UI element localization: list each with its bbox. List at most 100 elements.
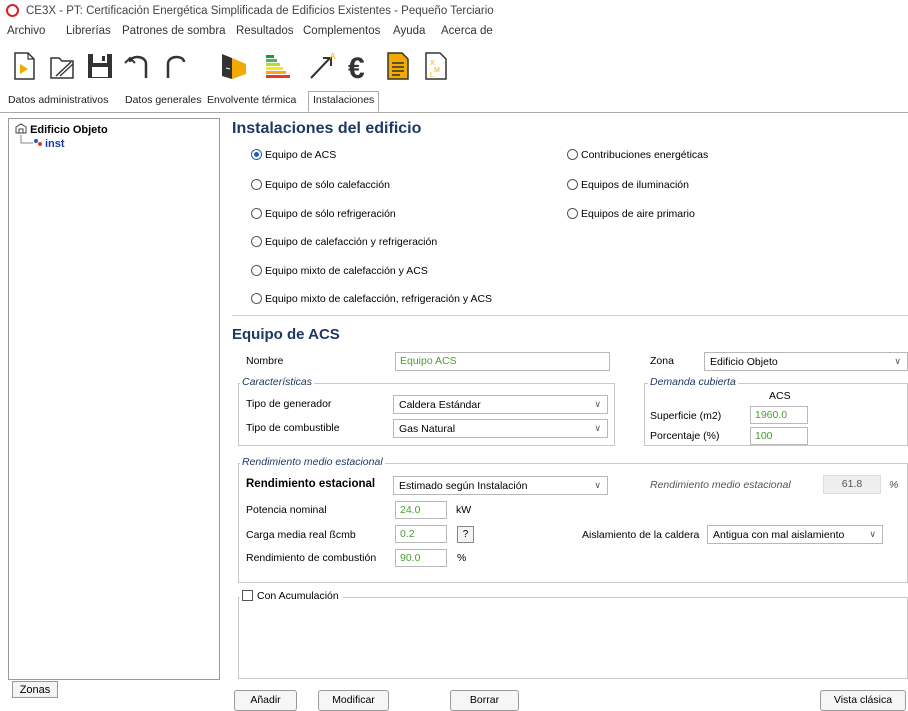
radio-icon (251, 265, 262, 276)
menu-resultados[interactable]: Resultados (236, 25, 294, 37)
potencia-nominal-label: Potencia nominal (246, 504, 327, 516)
menu-patrones-de-sombra[interactable]: Patrones de sombra (122, 25, 226, 37)
aislamiento-label: Aislamiento de la caldera (582, 529, 700, 541)
radio-icon (567, 208, 578, 219)
report-icon[interactable] (382, 50, 414, 82)
acumulacion-group (238, 597, 908, 679)
rendimiento-estacional-label: Rendimiento estacional (246, 478, 376, 490)
caracteristicas-legend: Características (240, 376, 315, 388)
section-divider (232, 315, 908, 316)
chevron-down-icon: ∨ (594, 423, 601, 433)
toolbar: A € XML (0, 44, 908, 88)
window-title: CE3X - PT: Certificación Energética Simp… (26, 5, 494, 17)
undo-icon[interactable] (122, 50, 154, 82)
acumulacion-checkbox[interactable]: Con Acumulación (240, 590, 343, 602)
menu-archivo[interactable]: Archivo (7, 25, 45, 37)
title-bar: CE3X - PT: Certificación Energética Simp… (0, 0, 908, 22)
carga-media-label: Carga media real ßcmb (246, 529, 356, 541)
demanda-cubierta-legend: Demanda cubierta (648, 376, 738, 388)
chevron-down-icon: ∨ (594, 480, 601, 490)
app-logo-icon (6, 4, 19, 17)
radio-label: Equipo de sólo calefacción (265, 179, 390, 191)
radio-equipo-acs[interactable]: Equipo de ACS (251, 149, 336, 161)
tipo-generador-select[interactable]: Caldera Estándar ∨ (393, 395, 608, 414)
instalaciones-title: Instalaciones del edificio (232, 120, 422, 137)
modificar-button[interactable]: Modificar (318, 690, 389, 711)
superficie-input[interactable]: 1960.0 (750, 406, 808, 424)
redo-icon[interactable] (160, 50, 192, 82)
zona-label: Zona (650, 355, 674, 367)
tipo-generador-label: Tipo de generador (246, 398, 332, 410)
carga-media-input[interactable]: 0.2 (395, 525, 447, 543)
xml-icon[interactable]: XML (420, 50, 452, 82)
radio-equipos-aire-primario[interactable]: Equipos de aire primario (567, 208, 695, 220)
tab-datos-generales[interactable]: Datos generales (122, 93, 204, 107)
potencia-nominal-input[interactable]: 24.0 (395, 501, 447, 519)
tipo-combustible-select[interactable]: Gas Natural ∨ (393, 419, 608, 438)
radio-equipo-mixto-calefaccion-refrigeracion-acs[interactable]: Equipo mixto de calefacción, refrigeraci… (251, 293, 492, 305)
zona-select[interactable]: Edificio Objeto ∨ (704, 352, 908, 371)
tipo-combustible-label: Tipo de combustible (246, 422, 340, 434)
main-tabs: Datos administrativos Datos generales En… (0, 90, 908, 113)
zonas-button[interactable]: Zonas (12, 681, 58, 698)
rendimiento-combustion-input[interactable]: 90.0 (395, 549, 447, 567)
svg-text:X: X (430, 60, 435, 67)
tree-panel: Edificio Objeto inst (8, 118, 220, 680)
potencia-unit: kW (456, 504, 472, 516)
improvement-arrow-icon[interactable]: A (306, 50, 338, 82)
menu-bar: Archivo Librerías Patrones de sombra Res… (0, 22, 908, 42)
nombre-label: Nombre (246, 355, 284, 367)
anadir-button[interactable]: Añadir (234, 690, 297, 711)
rendimiento-estacional-select[interactable]: Estimado según Instalación ∨ (393, 476, 608, 495)
rendimiento-medio-unit: % (889, 479, 899, 491)
radio-equipo-calefaccion-refrigeracion[interactable]: Equipo de calefacción y refrigeración (251, 236, 437, 248)
checkbox-icon (242, 590, 253, 601)
tab-instalaciones[interactable]: Instalaciones (308, 91, 380, 112)
radio-icon (251, 208, 262, 219)
radio-label: Equipo de sólo refrigeración (265, 208, 396, 220)
superficie-label: Superficie (m2) (650, 410, 722, 422)
radio-label: Equipo de calefacción y refrigeración (265, 236, 438, 248)
rendimiento-medio-label: Rendimiento medio estacional (650, 479, 791, 491)
zona-select-value: Edificio Objeto (710, 356, 778, 368)
acs-column-header: ACS (769, 390, 791, 402)
building-icon[interactable] (218, 50, 250, 82)
save-icon[interactable] (84, 50, 116, 82)
radio-icon (567, 149, 578, 160)
tab-datos-administrativos[interactable]: Datos administrativos (5, 93, 111, 107)
chevron-down-icon: ∨ (869, 529, 876, 539)
nombre-input[interactable]: Equipo ACS (395, 352, 610, 371)
radio-equipos-iluminacion[interactable]: Equipos de iluminación (567, 179, 689, 191)
menu-acerca-de[interactable]: Acerca de (441, 25, 493, 37)
radio-label: Equipos de aire primario (581, 208, 695, 220)
radio-equipo-mixto-calefaccion-acs[interactable]: Equipo mixto de calefacción y ACS (251, 265, 428, 277)
menu-complementos[interactable]: Complementos (303, 25, 380, 37)
tab-envolvente-termica[interactable]: Envolvente térmica (204, 93, 299, 107)
porcentaje-input[interactable]: 100 (750, 427, 808, 445)
rendimiento-legend: Rendimiento medio estacional (240, 456, 385, 468)
menu-ayuda[interactable]: Ayuda (393, 25, 425, 37)
radio-selected-icon (251, 149, 262, 160)
acumulacion-label: Con Acumulación (257, 590, 339, 602)
tree-node-inst[interactable]: inst (45, 138, 65, 150)
menu-librerias[interactable]: Librerías (66, 25, 111, 37)
aislamiento-select[interactable]: Antigua con mal aislamiento ∨ (707, 525, 883, 544)
porcentaje-label: Porcentaje (%) (650, 430, 720, 442)
energy-rating-icon[interactable] (262, 50, 294, 82)
euro-icon[interactable]: € (344, 50, 376, 85)
help-button[interactable]: ? (457, 526, 474, 543)
vista-clasica-button[interactable]: Vista clásica (820, 690, 906, 711)
building-tree-icon (15, 123, 27, 134)
chevron-down-icon: ∨ (594, 399, 601, 409)
radio-label: Equipo mixto de calefacción, refrigeraci… (265, 293, 493, 305)
radio-label: Equipos de iluminación (581, 179, 689, 191)
svg-text:M: M (434, 67, 440, 74)
open-icon[interactable] (46, 50, 78, 82)
radio-contribuciones-energeticas[interactable]: Contribuciones energéticas (567, 149, 708, 161)
radio-equipo-solo-calefaccion[interactable]: Equipo de sólo calefacción (251, 179, 390, 191)
rendimiento-estacional-value: Estimado según Instalación (399, 480, 528, 492)
new-file-icon[interactable] (8, 50, 40, 82)
borrar-button[interactable]: Borrar (450, 690, 519, 711)
radio-equipo-solo-refrigeracion[interactable]: Equipo de sólo refrigeración (251, 208, 396, 220)
radio-icon (251, 293, 262, 304)
